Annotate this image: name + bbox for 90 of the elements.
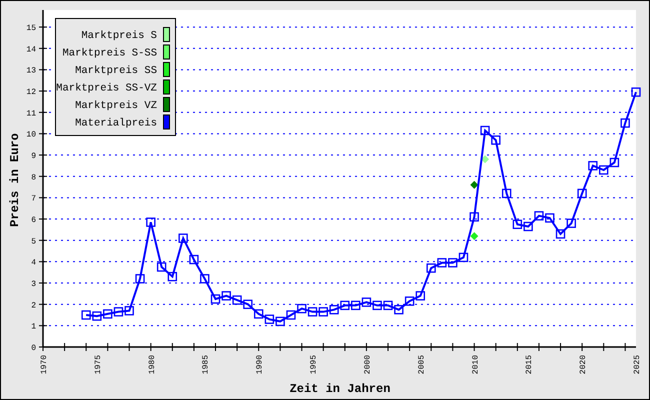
data-marker <box>156 262 166 272</box>
data-marker <box>318 307 328 316</box>
data-marker <box>470 180 478 189</box>
data-marker <box>124 306 134 316</box>
legend-label: Marktpreis VZ <box>75 100 157 112</box>
data-marker <box>404 296 414 306</box>
data-marker <box>610 158 620 168</box>
y-tick-label: 12 <box>26 88 36 98</box>
data-marker <box>351 300 360 310</box>
data-marker <box>383 300 393 310</box>
data-marker <box>512 220 522 230</box>
data-marker <box>308 307 318 316</box>
y-tick-label: 10 <box>26 130 36 140</box>
legend-label: Marktpreis S-SS <box>62 48 157 60</box>
y-axis-title: Preis in Euro <box>8 133 22 227</box>
data-marker <box>254 309 264 319</box>
data-marker <box>135 274 145 284</box>
y-tick-label: 2 <box>31 301 36 310</box>
y-tick-label: 6 <box>31 216 36 226</box>
x-tick-label: 1985 <box>202 355 211 374</box>
data-marker <box>556 229 566 239</box>
data-marker <box>599 165 608 175</box>
data-marker <box>232 295 242 305</box>
data-marker <box>81 310 91 320</box>
legend-label: Marktpreis S <box>81 30 157 42</box>
data-marker <box>481 155 490 164</box>
x-tick-label: 2010 <box>471 355 480 374</box>
y-tick-label: 5 <box>31 237 36 246</box>
data-marker <box>577 188 587 198</box>
x-tick-label: 2000 <box>363 355 372 374</box>
data-marker <box>426 263 436 273</box>
data-marker <box>243 300 252 309</box>
data-marker <box>588 161 598 170</box>
y-tick-label: 14 <box>26 45 36 54</box>
data-marker <box>178 234 188 243</box>
data-marker <box>264 314 274 324</box>
data-marker <box>114 307 124 316</box>
data-marker <box>534 211 544 220</box>
x-tick-label: 1990 <box>256 355 265 374</box>
x-tick-label: 1995 <box>310 355 319 374</box>
legend-label: Marktpreis SS <box>75 65 157 77</box>
y-tick-label: 13 <box>26 66 36 76</box>
data-marker <box>340 300 350 310</box>
data-marker <box>92 311 102 321</box>
y-tick-label: 7 <box>31 194 36 204</box>
y-tick-label: 11 <box>26 109 36 118</box>
data-marker <box>620 118 630 128</box>
x-tick-label: 2015 <box>525 355 534 374</box>
data-marker <box>470 232 478 240</box>
data-marker <box>329 305 339 314</box>
data-marker <box>502 188 512 198</box>
data-marker <box>222 291 231 300</box>
data-marker <box>458 252 468 262</box>
data-marker <box>297 304 306 314</box>
data-marker <box>491 135 500 145</box>
x-axis-title: Zeit in Jahren <box>290 382 390 396</box>
data-marker <box>168 272 178 282</box>
data-marker <box>524 222 533 232</box>
x-tick-label: 2005 <box>417 355 426 374</box>
data-marker <box>103 309 112 319</box>
y-tick-label: 15 <box>26 24 36 34</box>
y-tick-label: 4 <box>31 258 36 268</box>
data-marker <box>200 274 210 284</box>
y-tick-label: 3 <box>31 280 36 290</box>
data-marker <box>545 213 554 223</box>
data-marker <box>416 291 426 300</box>
legend-label: Marktpreis SS-VZ <box>56 82 157 94</box>
x-tick-label: 1980 <box>148 355 157 374</box>
data-marker <box>448 258 458 268</box>
legend-label: Materialpreis <box>75 118 157 130</box>
y-tick-label: 8 <box>31 173 36 182</box>
data-marker <box>276 316 285 326</box>
x-tick-label: 1970 <box>40 355 49 374</box>
data-marker <box>437 258 447 268</box>
data-marker <box>566 218 576 228</box>
data-marker <box>394 305 404 314</box>
data-marker <box>286 310 296 320</box>
data-marker <box>470 212 479 222</box>
y-tick-label: 9 <box>31 152 36 162</box>
x-tick-label: 2020 <box>579 355 588 374</box>
data-marker <box>372 300 382 310</box>
data-marker <box>480 126 490 136</box>
x-tick-label: 2025 <box>633 355 642 374</box>
x-tick-label: 1975 <box>94 355 103 374</box>
data-marker <box>210 294 220 304</box>
y-tick-label: 0 <box>31 344 36 353</box>
y-tick-label: 1 <box>31 322 36 332</box>
data-marker <box>362 298 372 307</box>
data-marker <box>189 254 199 264</box>
data-marker <box>146 218 156 227</box>
